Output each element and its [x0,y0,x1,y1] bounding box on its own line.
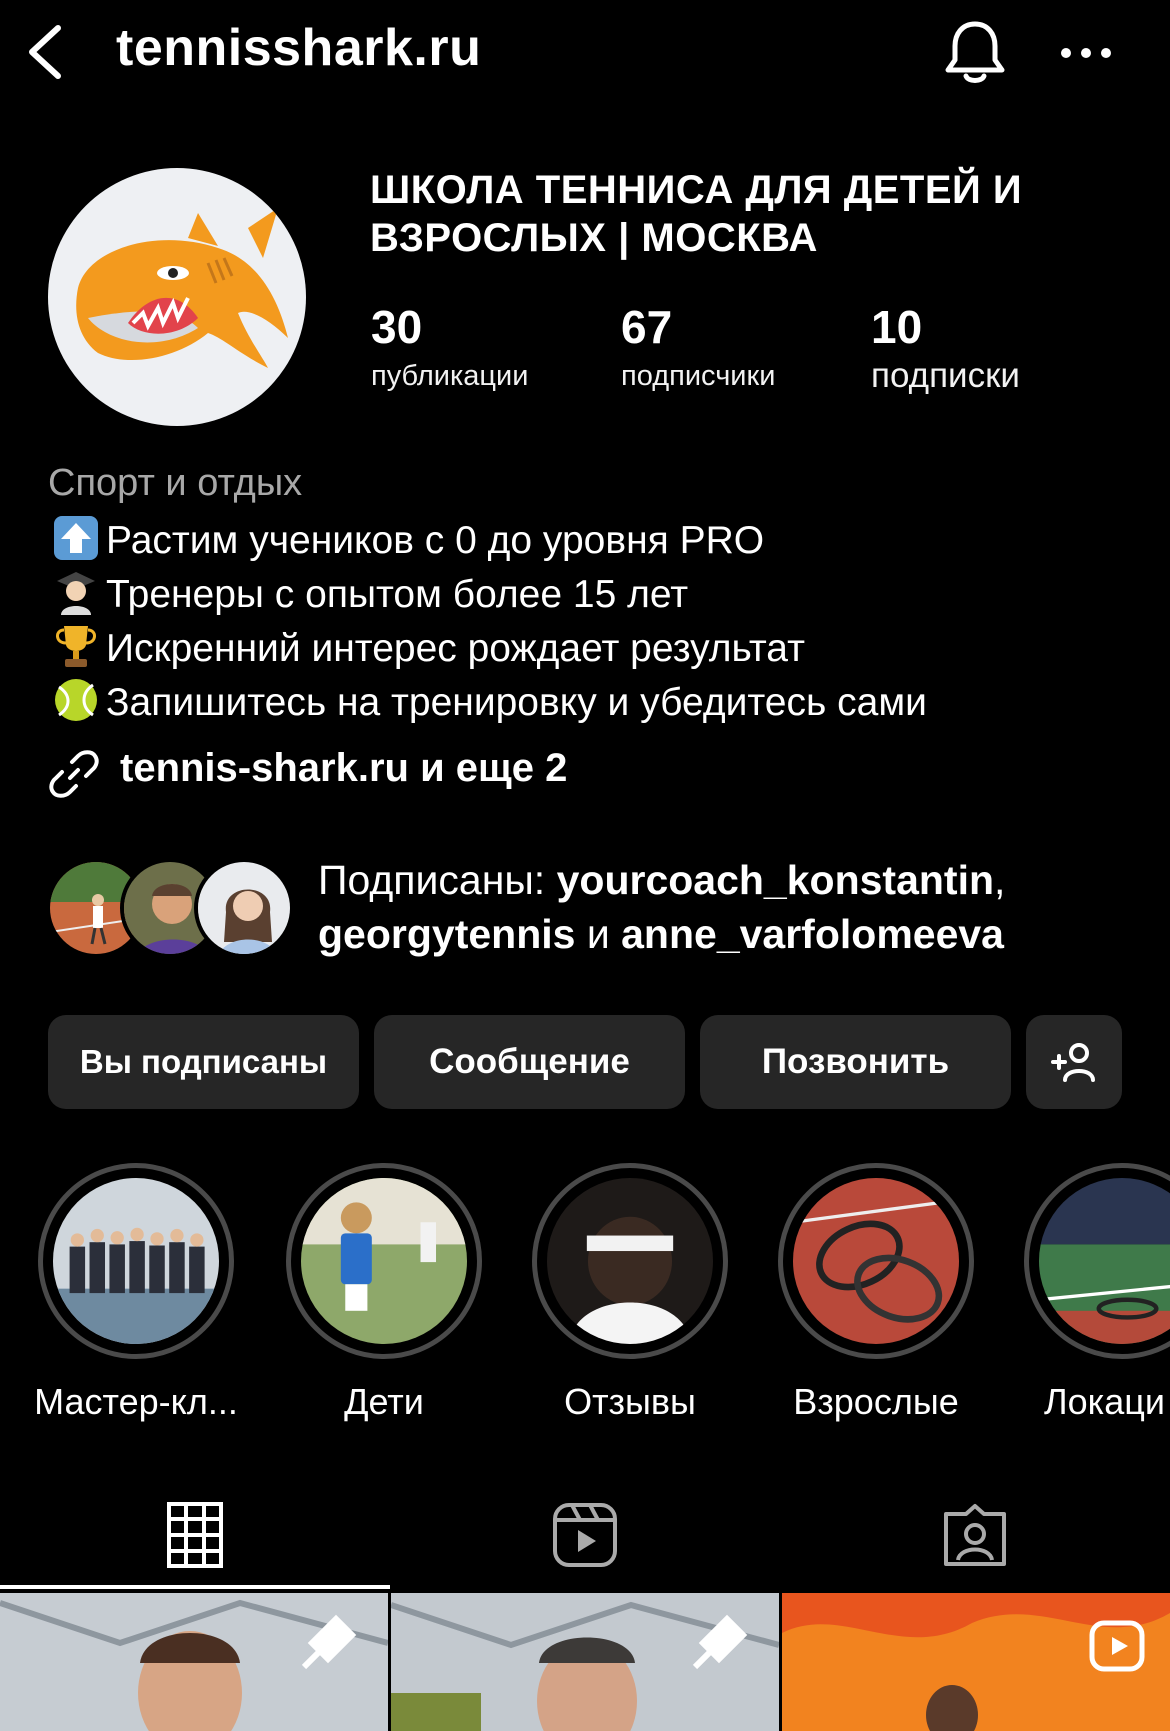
post-thumbnail-icon [782,1593,1170,1731]
profile-avatar[interactable] [48,168,306,426]
profile-display-name: ШКОЛА ТЕННИСА ДЛЯ ДЕТЕЙ И ВЗРОСЛЫХ | МОС… [370,168,1023,260]
highlight-label: Отзывы [564,1381,696,1422]
add-person-icon [1051,1043,1095,1082]
highlight-reviews[interactable]: Отзывы [532,1163,728,1423]
bio-text: Запишитесь на тренировку и убедитесь сам… [106,681,927,724]
followed-by-text[interactable]: Подписаны: yourcoach_konstantin, georgyt… [318,853,1148,961]
stat-value: 67 [621,301,673,353]
highlight-adults[interactable]: Взрослые [778,1163,974,1423]
highlight-cover [547,1178,713,1344]
follower-photo-icon [198,862,290,954]
highlight-locations[interactable]: Локаци [1024,1163,1170,1423]
tab-tagged[interactable] [780,1480,1170,1590]
grid-post[interactable] [391,1593,779,1731]
link-text: tennis-shark.ru и еще 2 [120,746,568,790]
bio-line: Тренеры с опытом более 15 лет [48,569,688,620]
add-person-button[interactable] [1026,1015,1122,1109]
post-thumbnail-icon [0,1593,388,1731]
highlight-cover [53,1178,219,1344]
followed-by-prefix: Подписаны: [318,857,557,903]
stat-label: подписчики [621,360,776,392]
reels-icon [553,1503,617,1567]
grid-post[interactable] [782,1593,1170,1731]
stat-value: 10 [871,301,923,353]
call-button[interactable]: Позвонить [700,1015,1011,1109]
shark-logo-icon [76,208,289,368]
more-icon[interactable] [1058,38,1114,68]
grid-icon [167,1502,223,1568]
followed-by-user[interactable]: anne_varfolomeeva [621,911,1004,957]
bio-line: Искренний интерес рождает результат [48,623,805,674]
followed-by-user[interactable]: georgytennis [318,911,575,957]
player-photo-icon [547,1178,713,1344]
highlight-label: Взрослые [793,1381,959,1422]
highlight-label: Дети [344,1381,424,1422]
message-button[interactable]: Сообщение [374,1015,685,1109]
highlight-kids[interactable]: Дети [286,1163,482,1423]
highlight-cover [793,1178,959,1344]
tennis-ball-emoji-icon [55,679,97,721]
stat-label: публикации [371,360,529,392]
highlight-cover [301,1178,467,1344]
followed-by-separator: , [994,857,1006,903]
highlight-master-class[interactable]: Мастер-кл... [34,1163,238,1423]
profile-username: tennisshark.ru [116,19,482,77]
back-icon[interactable] [22,22,66,82]
bio-text: Искренний интерес рождает результат [106,627,805,670]
active-tab-indicator [0,1585,390,1589]
tab-reels[interactable] [390,1480,780,1590]
followed-by-separator: и [575,911,622,957]
stat-followers[interactable]: 67 подписчики [621,300,775,396]
stat-label: подписки [871,356,1020,395]
grid-post[interactable] [0,1593,388,1731]
highlight-ring [38,1163,234,1359]
bio-text: Растим учеников с 0 до уровня PRO [106,519,765,562]
court-photo-icon [1039,1178,1170,1344]
highlight-cover [1039,1178,1170,1344]
graduate-emoji-icon [57,572,95,615]
tab-posts-grid[interactable] [0,1480,390,1590]
bell-icon[interactable] [940,18,1010,88]
link-icon [49,750,99,798]
trophy-emoji-icon [56,626,96,667]
highlight-label: Мастер-кл... [34,1381,238,1422]
racket-photo-icon [793,1178,959,1344]
post-thumbnail-icon [391,1593,779,1731]
group-photo-icon [53,1178,219,1344]
bio-text: Тренеры с опытом более 15 лет [106,573,689,616]
followed-by-user[interactable]: yourcoach_konstantin [557,857,994,903]
highlight-ring [532,1163,728,1359]
top-bar: tennisshark.ru [0,0,1170,110]
tagged-icon [944,1504,1006,1566]
kids-photo-icon [301,1178,467,1344]
stat-value: 30 [371,301,423,353]
highlight-ring [1024,1163,1170,1359]
stat-following[interactable]: 10 подписки [871,300,1020,396]
profile-category: Спорт и отдых [48,462,303,504]
highlight-ring [778,1163,974,1359]
highlight-label: Локаци [1044,1381,1165,1422]
highlight-ring [286,1163,482,1359]
bio-line: Запишитесь на тренировку и убедитесь сам… [48,677,927,728]
following-button[interactable]: Вы подписаны [48,1015,359,1109]
bio-line: Растим учеников с 0 до уровня PRO [48,515,764,566]
follower-avatar[interactable] [194,858,294,958]
up-arrow-emoji-icon [54,516,98,560]
stat-posts[interactable]: 30 публикации [371,300,528,396]
